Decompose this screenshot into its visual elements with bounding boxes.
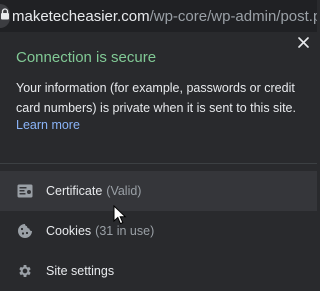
url-domain: maketecheasier.com [12, 7, 150, 25]
cookies-count: (31 in use) [95, 224, 155, 238]
cookie-icon [16, 222, 34, 240]
gear-icon [16, 262, 34, 280]
cookies-label: Cookies [46, 224, 92, 238]
learn-more-link[interactable]: Learn more [16, 118, 80, 132]
close-button[interactable] [295, 36, 311, 52]
site-settings-item[interactable]: Site settings [0, 251, 317, 291]
site-info-button[interactable] [0, 4, 10, 28]
certificate-item[interactable]: Certificate (Valid) [0, 171, 317, 211]
site-info-popup: Connection is secure Your information (f… [0, 32, 317, 291]
cookies-item[interactable]: Cookies (31 in use) [0, 211, 317, 251]
url-path: /wp-core/wp-admin/post.php [149, 7, 317, 25]
lock-icon [0, 7, 10, 25]
divider [0, 163, 317, 164]
connection-description: Your information (for example, passwords… [16, 81, 296, 115]
address-bar[interactable]: maketecheasier.com /wp-core/wp-admin/pos… [0, 0, 317, 32]
connection-status-title: Connection is secure [16, 49, 157, 66]
certificate-status: (Valid) [106, 184, 142, 198]
certificate-icon [16, 182, 34, 200]
close-icon [297, 35, 309, 53]
mouse-cursor-icon [113, 205, 127, 225]
certificate-label: Certificate [46, 184, 103, 198]
site-settings-label: Site settings [46, 264, 115, 278]
